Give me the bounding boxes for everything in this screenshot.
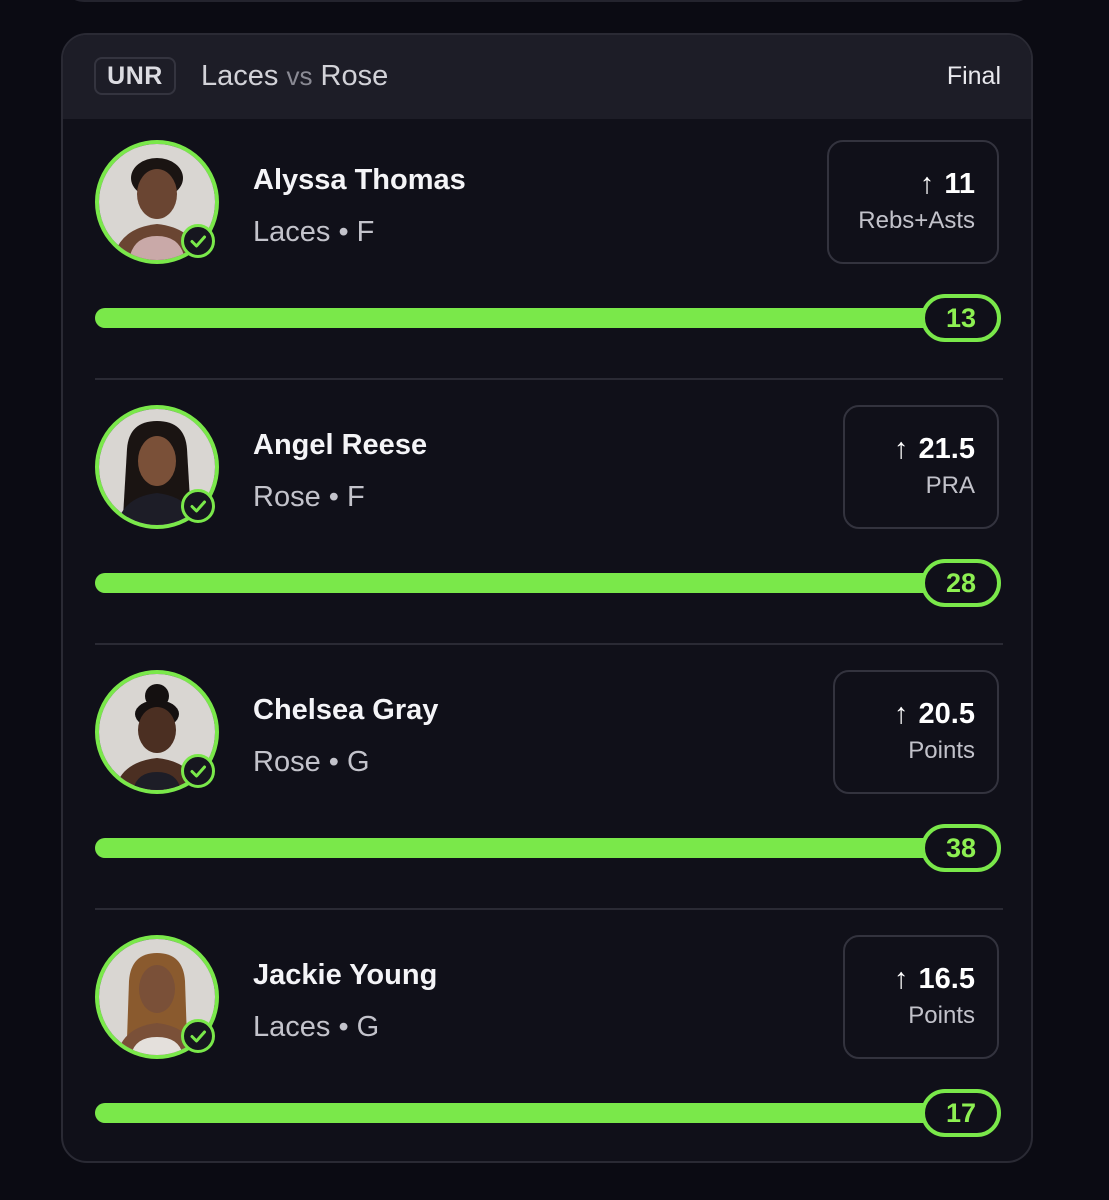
progress-fill [95,838,999,858]
player-team: Rose [253,746,321,778]
check-circle-icon [181,489,215,523]
game-card: UNR Laces vs Rose Final Alyssa Thomas La… [61,33,1033,1163]
stat-type: PRA [925,472,975,499]
row-divider [95,378,1003,380]
player-name: Chelsea Gray [253,694,439,726]
row-divider [95,908,1003,910]
game-status: Final [946,62,1001,90]
arrow-up-icon: ↑ [894,698,909,730]
progress-fill [95,573,999,593]
separator-dot: • [338,1011,349,1043]
result-value: 17 [921,1089,1001,1137]
result-value: 38 [921,824,1001,872]
pick-row[interactable]: Chelsea Gray Rose • G ↑ 20.5 Points 38 [63,650,1031,915]
player-team-position: Rose • F [253,479,365,515]
player-team: Laces [253,216,331,248]
pick-row[interactable]: Angel Reese Rose • F ↑ 21.5 PRA 28 [63,385,1031,650]
line-value: 11 [944,168,975,200]
player-position: F [356,216,375,248]
player-position: G [356,1011,380,1043]
progress-fill [95,1103,999,1123]
arrow-up-icon: ↑ [894,433,909,465]
team-a-name: Laces [201,60,279,92]
player-team: Rose [253,481,321,513]
player-name: Jackie Young [253,959,438,991]
arrow-up-icon: ↑ [894,963,909,995]
player-team-position: Laces • F [253,214,374,250]
projection-box: ↑ 21.5 PRA [843,405,999,529]
progress-track [95,838,999,858]
progress-track [95,308,999,328]
progress-track [95,573,999,593]
separator-dot: • [328,746,339,778]
vs-label: vs [286,61,313,91]
player-position: G [346,746,370,778]
check-circle-icon [181,1019,215,1053]
progress-track [95,1103,999,1123]
player-team-position: Rose • G [253,744,370,780]
result-value: 28 [921,559,1001,607]
team-b-name: Rose [320,60,389,92]
line-value: 21.5 [918,433,975,465]
player-position: F [346,481,365,513]
arrow-up-icon: ↑ [919,168,935,200]
matchup-title: Laces vs Rose [201,57,388,95]
pick-row[interactable]: Alyssa Thomas Laces • F ↑ 11 Rebs+Asts 13 [63,120,1031,385]
separator-dot: • [328,481,339,513]
projection-box: ↑ 16.5 Points [843,935,999,1059]
league-badge: UNR [94,57,176,95]
pick-row[interactable]: Jackie Young Laces • G ↑ 16.5 Points 17 [63,915,1031,1161]
player-team-position: Laces • G [253,1009,379,1045]
line-value: 16.5 [918,963,975,995]
previous-card-edge [62,0,1036,2]
stat-type: Points [908,737,975,764]
row-divider [95,643,1003,645]
projection-box: ↑ 20.5 Points [833,670,999,794]
player-team: Laces [253,1011,331,1043]
line-value: 20.5 [918,698,975,730]
progress-fill [95,308,999,328]
game-header: UNR Laces vs Rose Final [63,35,1031,119]
stat-type: Rebs+Asts [858,207,975,234]
projection-box: ↑ 11 Rebs+Asts [827,140,999,264]
stat-type: Points [908,1002,975,1029]
separator-dot: • [338,216,349,248]
check-circle-icon [181,754,215,788]
result-value: 13 [921,294,1001,342]
player-name: Angel Reese [253,429,428,461]
player-name: Alyssa Thomas [253,164,466,196]
check-circle-icon [181,224,215,258]
